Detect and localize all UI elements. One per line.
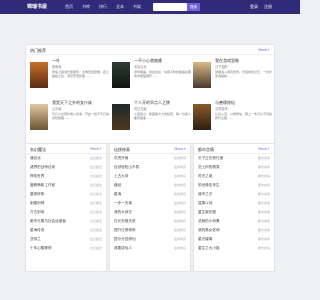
list-item[interactable]: 长子正在修行道 都市言情 (198, 156, 270, 164)
book-desc: 以善入道，以缘修仙，踏上一条与众不同的修行之路…… (215, 112, 273, 121)
book-author: 月下独酌 (215, 65, 228, 69)
book-desc: 小店虽小，却藏着大大的秘密，每一位客人都有故事…… (134, 112, 192, 121)
list-item[interactable]: 城市之光 都市言情 (198, 192, 270, 200)
list-item[interactable]: 都市元素与社会运营者 玄幻魔法 (30, 219, 102, 227)
book-author: 风过无痕 (134, 107, 147, 111)
list-panel-fantasy: 玄幻魔法 More+ 道纪谈 玄幻魔法 诸界的战争往来 玄幻魔法 神佑世界 玄幻魔法 … (25, 143, 107, 272)
book-card[interactable]: 与善缘修仙 清风徐来 以善入道，以缘修仙，踏上一条与众不同的修行之路…… (193, 100, 273, 142)
list-item[interactable]: 上古九帝 仙侠修真 (114, 174, 186, 182)
list-item[interactable]: 总裁的小娇妻 都市言情 (198, 219, 270, 227)
list-item[interactable]: 洪荒开局 仙侠修真 (114, 156, 186, 164)
list-item[interactable]: 神佑世界 玄幻魔法 (30, 174, 102, 182)
list-more-link[interactable]: More+ (90, 147, 102, 151)
main-nav: 首页 书库 排行 全本 书架 (65, 4, 141, 10)
book-cover[interactable] (30, 104, 48, 130)
list-item[interactable]: 在长安做天官 仙侠修真 (114, 219, 186, 227)
list-item[interactable]: 星海传说 玄幻魔法 (30, 228, 102, 236)
list-item[interactable]: 道经 仙侠修真 (114, 183, 186, 191)
list-item[interactable]: 道纪谈 玄幻魔法 (30, 156, 102, 164)
register-link[interactable]: 注册 (264, 4, 272, 10)
nav-library[interactable]: 书库 (82, 4, 90, 10)
list-item[interactable]: 万古剑帝 玄幻魔法 (30, 210, 102, 218)
list-item[interactable]: 重生娱乐圈 都市言情 (198, 210, 270, 218)
list-panel-xianxia: 仙侠修真 More+ 洪荒开局 仙侠修真 自然轻松山不易 仙侠修真 上古九帝 仙侠修真… (109, 143, 191, 272)
site-logo[interactable]: 锦瑞书屋 (27, 3, 47, 10)
list-item[interactable]: 我要成仙人 仙侠修真 (114, 246, 186, 254)
book-card[interactable]: 个人开的早点人之陵 风过无痕 小店虽小，却藏着大大的秘密，每一位客人都有故事…… (112, 100, 192, 142)
book-author: 墨染青衣 (134, 65, 147, 69)
book-cover[interactable] (30, 62, 48, 88)
list-item[interactable]: 提示分性修仙 仙侠修真 (114, 237, 186, 245)
book-author: 夜雨秋 (52, 65, 62, 69)
book-author: 云中鹤 (52, 107, 62, 111)
list-item[interactable]: 十年心酸等修 玄幻魔法 (30, 246, 102, 254)
book-card[interactable]: 一不小心就被缠 墨染青衣 意外相遇，命运交织，纠缠不休的故事在都市中缓缓展开…… (112, 58, 192, 100)
list-item[interactable]: 前世缘定来生 都市言情 (198, 183, 270, 191)
nav-bookshelf[interactable]: 书架 (133, 4, 141, 10)
nav-ranking[interactable]: 排行 (99, 4, 107, 10)
book-desc: 平凡少女意外卷入纷争，开启一段不平凡的冒险旅程…… (52, 112, 110, 121)
list-item[interactable]: 提升日常修炼 仙侠修真 (114, 228, 186, 236)
list-item[interactable]: 我的美女老师 都市言情 (198, 228, 270, 236)
search-button[interactable]: 搜索 (187, 3, 200, 11)
book-desc: 穿越进入游戏世界，凭借前世记忆，一步步走向巅峰…… (215, 70, 273, 79)
list-item[interactable]: 制霸剑神 玄幻魔法 (30, 201, 102, 209)
top-bar: 锦瑞书屋 首页 书库 排行 全本 书架 搜索 登录 注册 (0, 0, 300, 14)
book-cover[interactable] (193, 62, 211, 88)
book-card[interactable]: 我是天下之外的女仆妹 云中鹤 平凡少女意外卷入纷争，开启一段不平凡的冒险旅程…… (30, 100, 110, 142)
book-author: 清风徐来 (215, 107, 228, 111)
login-link[interactable]: 登录 (250, 4, 258, 10)
list-item[interactable]: 亚特兰 玄幻魔法 (30, 237, 102, 245)
list-item[interactable]: 恋上你的微笑 都市言情 (198, 165, 270, 173)
list-item[interactable]: 魔教萌新工作室 玄幻魔法 (30, 183, 102, 191)
list-item[interactable]: 星海 仙侠修真 (114, 192, 186, 200)
list-item[interactable]: 一步一天境 仙侠修真 (114, 201, 186, 209)
featured-panel: 热门推荐 More+ 一叶 夜雨秋 修炼之路漫长而艰辛，主角历经磨难，踏上巅峰之… (25, 44, 275, 144)
featured-more-link[interactable]: More+ (258, 48, 270, 52)
search-input[interactable] (153, 3, 187, 11)
nav-home[interactable]: 首页 (65, 4, 73, 10)
list-item[interactable]: 重修修炼 玄幻魔法 (30, 192, 102, 200)
list-item[interactable]: 我的大师兄 仙侠修真 (114, 210, 186, 218)
list-item[interactable]: 自然轻松山不易 仙侠修真 (114, 165, 186, 173)
list-more-link[interactable]: More+ (258, 147, 270, 151)
list-item[interactable]: 温柔以待 都市言情 (198, 201, 270, 209)
list-item[interactable]: 诸界的战争往来 玄幻魔法 (30, 165, 102, 173)
list-item[interactable]: 时光之城 都市言情 (198, 174, 270, 182)
list-item[interactable]: 重生之大小姐 都市言情 (198, 246, 270, 254)
list-panel-urban: 都市言情 More+ 长子正在修行道 都市言情 恋上你的微笑 都市言情 时光之城 都市… (193, 143, 275, 272)
book-cover[interactable] (112, 104, 130, 130)
list-item[interactable]: 星光璀璨 都市言情 (198, 237, 270, 245)
list-more-link[interactable]: More+ (174, 147, 186, 151)
book-desc: 修炼之路漫长而艰辛，主角历经磨难，踏上巅峰之途，谱写传奇篇章…… (52, 70, 110, 79)
book-desc: 意外相遇，命运交织，纠缠不休的故事在都市中缓缓展开…… (134, 70, 192, 79)
book-cover[interactable] (112, 62, 130, 88)
book-card[interactable]: 一叶 夜雨秋 修炼之路漫长而艰辛，主角历经磨难，踏上巅峰之途，谱写传奇篇章…… (30, 58, 110, 100)
book-cover[interactable] (193, 104, 211, 130)
nav-complete[interactable]: 全本 (116, 4, 124, 10)
book-card[interactable]: 我在游戏里做 月下独酌 穿越进入游戏世界，凭借前世记忆，一步步走向巅峰…… (193, 58, 273, 100)
user-links: 登录 注册 (250, 4, 272, 10)
